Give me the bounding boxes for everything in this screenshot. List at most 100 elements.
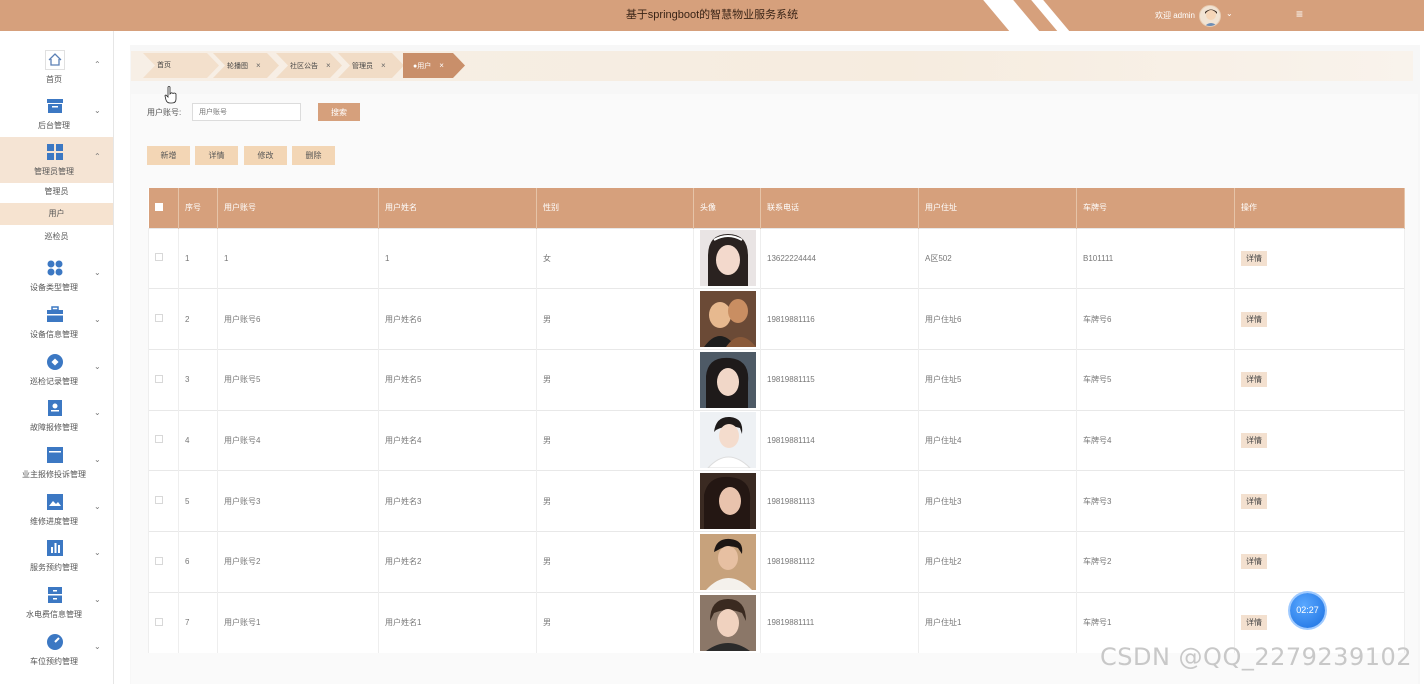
edit-button[interactable]: 修改 — [244, 146, 287, 165]
search-label: 用户账号: — [147, 108, 182, 117]
sidebar-item-admin-management[interactable]: 管理员管理 ⌃ — [0, 137, 113, 183]
sidebar-item-label: 设备信息管理 — [30, 330, 78, 339]
tab-admin[interactable]: 管理员 × — [338, 53, 404, 78]
column-header: 用户账号 — [217, 188, 379, 228]
sidebar-item-label: 服务预约管理 — [30, 563, 78, 572]
sidebar-subitem-inspector[interactable]: 巡检员 — [0, 226, 113, 248]
close-icon[interactable]: × — [326, 61, 331, 70]
row-checkbox[interactable] — [148, 288, 179, 350]
row-detail-button[interactable]: 详情 — [1241, 615, 1267, 631]
sidebar-item-label: 管理员管理 — [34, 167, 74, 176]
sidebar-item-label: 后台管理 — [38, 121, 70, 130]
column-header: 车牌号 — [1076, 188, 1235, 228]
sidebar-item-label: 设备类型管理 — [30, 283, 78, 292]
timer-badge[interactable]: 02:27 — [1290, 593, 1325, 628]
row-detail-button[interactable]: 详情 — [1241, 493, 1267, 509]
chevron-down-icon: ⌄ — [94, 455, 101, 464]
cell-no: 1 — [178, 227, 218, 289]
sidebar-item-backend[interactable]: 后台管理 ⌄ — [0, 91, 113, 137]
cell-avatar — [693, 227, 761, 289]
row-checkbox[interactable] — [148, 348, 179, 411]
grid-icon — [44, 141, 66, 163]
sidebar-item-repair-progress[interactable]: 维修进度管理 ⌄ — [0, 487, 113, 533]
sidebar-item-label: 维修进度管理 — [30, 517, 78, 526]
cell-gender: 男 — [536, 348, 694, 411]
row-detail-button[interactable]: 详情 — [1241, 311, 1267, 327]
add-button[interactable]: 新增 — [147, 146, 190, 165]
row-checkbox[interactable] — [148, 591, 179, 653]
cell-address: 用户住址5 — [918, 348, 1077, 411]
chevron-down-icon: ⌄ — [94, 362, 101, 371]
sidebar-item-fault-repair[interactable]: 故障报修管理 ⌄ — [0, 393, 113, 439]
hamburger-icon[interactable]: ≡ — [1296, 7, 1303, 21]
tab-carousel[interactable]: 轮播图 × — [213, 53, 279, 78]
search-button[interactable]: 搜索 — [318, 103, 360, 121]
tab-home[interactable]: 首页 — [143, 53, 219, 78]
home-icon — [44, 49, 66, 71]
row-checkbox[interactable] — [148, 409, 179, 471]
user-avatar[interactable] — [1199, 5, 1221, 27]
tab-user-active[interactable]: ●用户 × — [403, 53, 465, 78]
sidebar-subitem-user[interactable]: 用户 — [0, 203, 113, 225]
row-checkbox[interactable] — [148, 470, 179, 532]
window-icon — [44, 444, 66, 466]
sidebar-item-utility-fee[interactable]: 水电费信息管理 ⌄ — [0, 580, 113, 626]
sidebar-item-parking-booking[interactable]: 车位预约管理 ⌄ — [0, 627, 113, 673]
sidebar-item-service-booking[interactable]: 服务预约管理 ⌄ — [0, 533, 113, 579]
chevron-down-icon: ⌄ — [94, 595, 101, 604]
chevron-down-icon: ⌄ — [94, 268, 101, 277]
chevron-up-icon: ⌃ — [94, 60, 101, 69]
row-detail-button[interactable]: 详情 — [1241, 372, 1267, 388]
hand-cursor-icon — [164, 86, 178, 106]
table-row: 1 1 1 女 13622224444 A区502 B101111 详情 — [148, 227, 1405, 289]
column-header: 序号 — [178, 188, 218, 228]
chevron-down-icon: ⌄ — [94, 642, 101, 651]
top-header: 基于springboot的智慧物业服务系统 欢迎 admin ⌄ ≡ — [0, 0, 1424, 31]
row-detail-button[interactable]: 详情 — [1241, 554, 1267, 570]
tab-label: 社区公告 — [290, 63, 318, 70]
chevron-down-icon[interactable]: ⌄ — [1226, 9, 1233, 18]
tab-label: 首页 — [157, 62, 171, 69]
cell-plate: 车牌号6 — [1076, 288, 1235, 350]
row-detail-button[interactable]: 详情 — [1241, 432, 1267, 448]
watermark: CSDN @QQ_2279239102 — [1100, 643, 1413, 671]
cell-action: 详情 — [1234, 348, 1405, 411]
sidebar-item-home[interactable]: 首页 ⌃ — [0, 45, 113, 91]
chevron-down-icon: ⌄ — [94, 315, 101, 324]
search-input[interactable] — [192, 103, 301, 121]
cell-name: 用户姓名1 — [378, 591, 537, 653]
row-checkbox[interactable] — [148, 227, 179, 289]
close-icon[interactable]: × — [381, 61, 386, 70]
table-row: 6 用户账号2 用户姓名2 男 19819881112 用户住址2 车牌号2 详… — [148, 530, 1405, 593]
sidebar-item-inspection-record[interactable]: 巡检记录管理 ⌄ — [0, 347, 113, 393]
select-all-checkbox[interactable] — [148, 188, 179, 228]
cabinet-icon — [44, 584, 66, 606]
close-icon[interactable]: × — [256, 61, 261, 70]
tab-label: 轮播图 — [227, 63, 248, 70]
user-photo — [700, 594, 756, 651]
table-row: 2 用户账号6 用户姓名6 男 19819881116 用户住址6 车牌号6 详… — [148, 288, 1405, 350]
cell-address: A区502 — [918, 227, 1077, 289]
cell-phone: 13622224444 — [760, 227, 919, 289]
cell-no: 4 — [178, 409, 218, 471]
sidebar-item-device-info[interactable]: 设备信息管理 ⌄ — [0, 300, 113, 346]
user-photo — [700, 473, 756, 530]
cell-action: 详情 — [1234, 470, 1405, 532]
close-icon[interactable]: × — [439, 61, 444, 70]
row-checkbox[interactable] — [148, 530, 179, 593]
tab-community-notice[interactable]: 社区公告 × — [276, 53, 342, 78]
sidebar-item-device-type[interactable]: 设备类型管理 ⌄ — [0, 253, 113, 299]
sidebar-subitem-admin[interactable]: 管理员 — [0, 181, 113, 203]
sidebar-item-owner-complaint[interactable]: 业主报修投诉管理 ⌄ — [0, 440, 113, 486]
cell-avatar — [693, 591, 761, 653]
column-header: 性别 — [536, 188, 694, 228]
row-detail-button[interactable]: 详情 — [1241, 250, 1267, 266]
cell-address: 用户住址4 — [918, 409, 1077, 471]
column-header: 联系电话 — [760, 188, 919, 228]
cell-action: 详情 — [1234, 409, 1405, 471]
detail-button[interactable]: 详情 — [195, 146, 238, 165]
cell-phone: 19819881116 — [760, 288, 919, 350]
cell-address: 用户住址2 — [918, 530, 1077, 593]
delete-button[interactable]: 删除 — [292, 146, 335, 165]
cell-plate: 车牌号5 — [1076, 348, 1235, 411]
